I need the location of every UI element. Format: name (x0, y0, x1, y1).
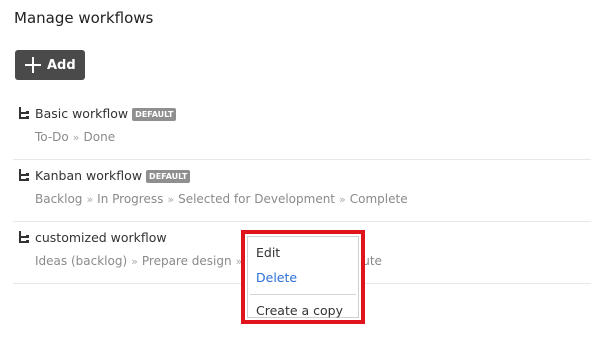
context-menu-panel: Edit Delete Create a copy (247, 236, 359, 318)
menu-item-edit[interactable]: Edit (256, 245, 280, 260)
double-chevron-right-icon: » (131, 255, 138, 268)
workflow-name[interactable]: customized workflow (35, 230, 167, 245)
workflow-steps: To-Do» Done (35, 130, 115, 144)
menu-item-delete[interactable]: Delete (256, 270, 297, 285)
plus-icon (25, 57, 41, 73)
double-chevron-right-icon: » (167, 193, 175, 206)
add-workflow-button[interactable]: Add (15, 50, 85, 80)
double-chevron-right-icon: » (86, 193, 94, 206)
workflow-title: Kanban workflow DEFAULT (35, 168, 191, 183)
workflow-item-kanban[interactable]: Kanban workflow DEFAULT Backlog» In Progre… (13, 161, 591, 222)
workflow-title: customized workflow (35, 230, 167, 245)
workflow-step: Ideas (backlog) (35, 254, 128, 268)
workflow-item-basic[interactable]: Basic workflow DEFAULT To-Do» Done (13, 99, 591, 160)
workflow-step: Complete (349, 192, 408, 206)
workflow-step: In Progress (97, 192, 164, 206)
workflow-step: Prepare design (141, 254, 232, 268)
workflow-step: Backlog (35, 192, 83, 206)
menu-item-create-copy[interactable]: Create a copy (256, 303, 343, 318)
page-title: Manage workflows (14, 9, 154, 27)
workflow-step: Done (83, 130, 116, 144)
workflow-step: Selected for Development (178, 192, 336, 206)
workflow-steps: Backlog» In Progress» Selected for Develop… (35, 192, 408, 206)
workflow-icon (19, 107, 29, 119)
double-chevron-right-icon: » (72, 131, 80, 144)
workflow-step: To-Do (35, 130, 69, 144)
workflow-icon (19, 231, 29, 243)
workflow-context-menu: Edit Delete Create a copy (241, 230, 365, 324)
workflow-icon (19, 169, 29, 181)
default-badge: DEFAULT (146, 170, 191, 183)
double-chevron-right-icon: » (339, 193, 346, 206)
menu-divider (250, 294, 356, 295)
workflow-name[interactable]: Basic workflow (35, 106, 128, 121)
workflow-name[interactable]: Kanban workflow (35, 168, 142, 183)
workflow-title: Basic workflow DEFAULT (35, 106, 177, 121)
default-badge: DEFAULT (132, 108, 177, 121)
add-button-label: Add (47, 57, 76, 73)
